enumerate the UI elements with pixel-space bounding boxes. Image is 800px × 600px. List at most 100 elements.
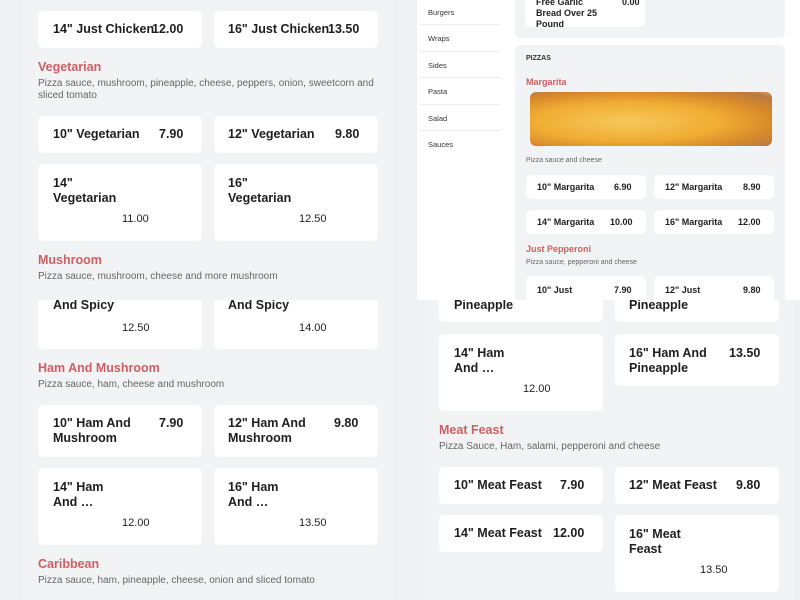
menu-item-card[interactable]: Free Garlic Bread Over 25 Pound 0.00	[525, 0, 645, 29]
item-name: 10" Just	[537, 285, 573, 295]
section-description: Pizza Sauce, Ham, salami, pepperoni and …	[439, 441, 661, 452]
menu-item-card[interactable]: 12" Ham And Mushroom 9.80	[214, 405, 378, 457]
menu-item-card[interactable]: 16" Meat Feast 13.50	[615, 515, 779, 592]
menu-item-card[interactable]: 16" Ham And … 13.50	[214, 468, 378, 545]
item-name: 10" Vegetarian	[53, 127, 140, 141]
menu-item-card[interactable]: 14" Just Chicken 12.00	[38, 11, 202, 48]
section-description: Pizza sauce, ham, cheese and mushroom	[38, 379, 225, 390]
menu-panel-top-left: 14" Just Chicken 12.00 16" Just Chicken …	[23, 0, 393, 300]
section-description: Pizza sauce, ham, pineapple, cheese, oni…	[38, 575, 315, 586]
menu-item-card[interactable]: Pineapple	[439, 300, 603, 322]
category-pasta[interactable]: Pasta	[428, 87, 447, 96]
menu-item-card[interactable]: 12" Meat Feast 9.80	[615, 467, 779, 504]
item-name: 12" Vegetarian	[228, 127, 315, 141]
section-title-ham-mushroom: Ham And Mushroom	[38, 361, 160, 375]
section-title-just-pepperoni: Just Pepperoni	[526, 244, 592, 254]
item-price: 12.00	[122, 517, 150, 529]
menu-item-card[interactable]: And Spicy 12.50	[38, 300, 202, 349]
category-sides[interactable]: Sides	[428, 61, 447, 70]
item-price: 7.90	[159, 127, 184, 141]
menu-item-card[interactable]: 10" Vegetarian 7.90	[38, 116, 202, 153]
item-price: 9.80	[334, 416, 359, 430]
menu-item-card[interactable]: 14" Ham And … 12.00	[38, 468, 202, 545]
menu-item-card[interactable]: 16" Ham And Pineapple 13.50	[615, 334, 779, 386]
pizza-image	[530, 92, 772, 146]
divider	[420, 130, 500, 131]
divider	[420, 77, 500, 78]
item-name: Pineapple	[629, 300, 689, 312]
menu-item-card[interactable]: 14" Ham And … 12.00	[439, 334, 603, 411]
section-header: PIZZAS	[526, 55, 551, 62]
item-price: 7.90	[560, 478, 585, 492]
section-description: Pizza sauce, pepperoni and cheese	[526, 259, 637, 266]
item-price: 9.80	[743, 285, 761, 295]
item-price: 9.80	[736, 478, 761, 492]
item-price: 12.00	[738, 217, 761, 227]
section-title-vegetarian: Vegetarian	[38, 60, 102, 74]
divider	[420, 104, 500, 105]
pizzas-section: PIZZAS Margarita Pizza sauce and cheese …	[515, 45, 785, 300]
menu-item-card[interactable]: 10" Just 7.90	[526, 276, 646, 300]
divider	[420, 24, 500, 25]
item-name: 12" Ham And Mushroom	[228, 416, 306, 445]
menu-item-card[interactable]: And Spicy 14.00	[214, 300, 378, 349]
promo-section: Free Garlic Bread Over 25 Pound 0.00	[515, 0, 785, 38]
section-description: Pizza sauce and cheese	[526, 157, 602, 164]
section-title-mushroom: Mushroom	[38, 253, 102, 267]
category-sauces[interactable]: Sauces	[428, 140, 453, 149]
item-name: 14" Meat Feast	[454, 526, 542, 540]
menu-item-card[interactable]: 12" Just 9.80	[654, 276, 774, 300]
divider	[420, 51, 500, 52]
item-price: 12.50	[122, 322, 150, 334]
menu-item-card[interactable]: 16" Just Chicken 13.50	[214, 11, 378, 48]
item-price: 12.00	[523, 383, 551, 395]
item-price: 7.90	[159, 416, 184, 430]
menu-item-card[interactable]: Pineapple	[615, 300, 779, 322]
category-wraps[interactable]: Wraps	[428, 34, 450, 43]
item-price: 13.50	[729, 346, 761, 360]
item-price: 12.00	[553, 526, 585, 540]
menu-item-card[interactable]: 12" Margarita 8.90	[654, 175, 774, 199]
item-price: 10.00	[610, 217, 633, 227]
category-burgers[interactable]: Burgers	[428, 8, 454, 17]
category-salad[interactable]: Salad	[428, 114, 447, 123]
item-name: 10" Margarita	[537, 182, 595, 192]
menu-item-card[interactable]: 10" Ham And Mushroom 7.90	[38, 405, 202, 457]
menu-item-card[interactable]: 14" Meat Feast 12.00	[439, 515, 603, 552]
item-name: 10" Ham And Mushroom	[53, 416, 131, 445]
menu-item-card[interactable]: 14" Margarita 10.00	[526, 210, 646, 234]
menu-item-card[interactable]: 12" Vegetarian 9.80	[214, 116, 378, 153]
item-name: Pineapple	[454, 300, 514, 312]
item-name: 14" Ham And …	[53, 480, 104, 509]
item-price: 13.50	[700, 564, 728, 576]
menu-panel-bottom-left: And Spicy 12.50 And Spicy 14.00 Ham And …	[23, 300, 393, 600]
menu-item-card[interactable]: 16" Vegetarian 12.50	[214, 164, 378, 241]
item-price: 8.90	[743, 182, 761, 192]
category-sidebar: Burgers Wraps Sides Pasta Salad Sauces	[420, 0, 504, 160]
item-name: And Spicy	[53, 300, 115, 312]
section-title-caribbean: Caribbean	[38, 557, 100, 571]
item-price: 6.90	[614, 182, 632, 192]
section-description: Pizza sauce, mushroom, pineapple, cheese…	[38, 78, 374, 101]
item-name: 16" Ham And …	[228, 480, 279, 509]
item-name: 12" Just	[665, 285, 701, 295]
item-name: 14" Just Chicken	[53, 22, 155, 36]
menu-item-card[interactable]: 10" Meat Feast 7.90	[439, 467, 603, 504]
item-name: 12" Margarita	[665, 182, 723, 192]
item-price: 14.00	[299, 322, 327, 334]
section-title-meat-feast: Meat Feast	[439, 423, 504, 437]
item-price: 9.80	[335, 127, 360, 141]
item-name: And Spicy	[228, 300, 290, 312]
section-title-margarita: Margarita	[526, 77, 567, 87]
menu-item-card[interactable]: 16" Margarita 12.00	[654, 210, 774, 234]
item-name: 16" Just Chicken	[228, 22, 330, 36]
item-name: 14" Vegetarian	[53, 176, 117, 205]
menu-item-card[interactable]: 10" Margarita 6.90	[526, 175, 646, 199]
item-name: 16" Margarita	[665, 217, 723, 227]
menu-panel-top-right: Burgers Wraps Sides Pasta Salad Sauces F…	[417, 0, 800, 300]
item-name: 10" Meat Feast	[454, 478, 542, 492]
item-price: 13.50	[328, 22, 360, 36]
menu-item-card[interactable]: 14" Vegetarian 11.00	[38, 164, 202, 241]
item-price: 13.50	[299, 517, 327, 529]
item-name: 14" Ham And …	[454, 346, 505, 375]
